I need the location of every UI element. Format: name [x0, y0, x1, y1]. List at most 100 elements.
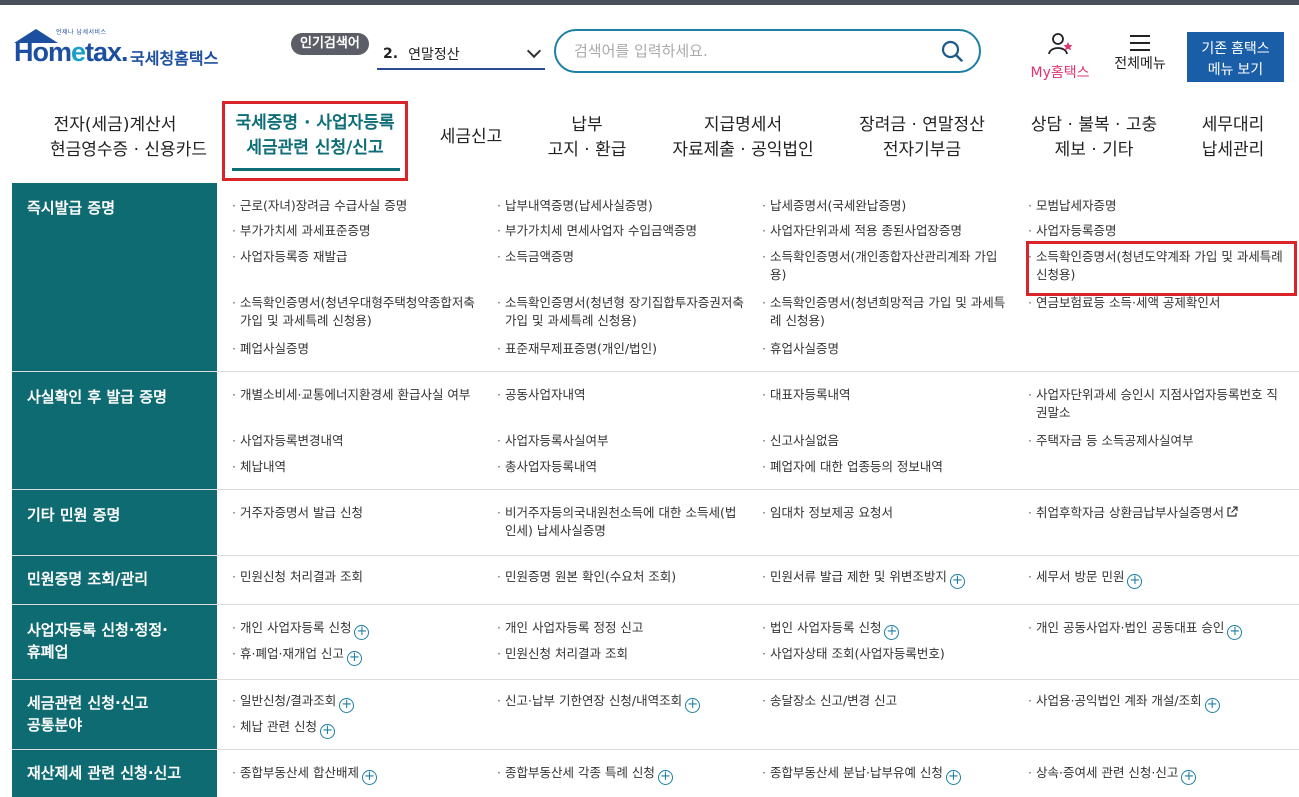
- expand-plus-icon[interactable]: +: [1181, 770, 1197, 785]
- menu-link[interactable]: 휴·폐업·재개업 신고+: [230, 645, 485, 666]
- expand-plus-icon[interactable]: +: [1227, 625, 1243, 640]
- menu-link[interactable]: 신고·납부 기한연장 신청/내역조회+: [495, 692, 755, 713]
- menu-link[interactable]: 개인 사업자등록 정정 신고: [495, 619, 750, 637]
- menu-link[interactable]: 거주자증명서 발급 신청: [230, 504, 485, 522]
- expand-plus-icon[interactable]: +: [945, 770, 961, 785]
- menu-link[interactable]: 법인 사업자등록 신청+: [760, 619, 1015, 640]
- section-property-tax: 재산제세 관련 신청·신고 종합부동산세 합산배제+ 종합부동산세 각종 특례 …: [12, 750, 1299, 797]
- expand-plus-icon[interactable]: +: [657, 770, 673, 785]
- menu-link[interactable]: 납세증명서(국세완납증명): [760, 197, 1015, 215]
- menu-link[interactable]: 모범납세자증명: [1026, 197, 1281, 215]
- menu-link[interactable]: 소득확인증명서(개인종합자산관리계좌 가입용): [760, 248, 1010, 284]
- menu-link[interactable]: 세무서 방문 민원+: [1026, 568, 1281, 589]
- menu-link[interactable]: 폐업자에 대한 업종등의 정보내역: [760, 458, 1015, 476]
- menu-link[interactable]: 공동사업자내역: [495, 386, 750, 404]
- menu-link[interactable]: 체납내역: [230, 458, 485, 476]
- menu-link[interactable]: 대표자등록내역: [760, 386, 1015, 404]
- expand-plus-icon[interactable]: +: [361, 770, 377, 785]
- menu-link[interactable]: 소득확인증명서(청년희망적금 가입 및 과세특례 신청용): [760, 294, 1015, 330]
- menu-link[interactable]: 상속·증여세 관련 신청·신고+: [1026, 764, 1281, 785]
- expand-plus-icon[interactable]: +: [949, 574, 965, 589]
- nav-active-underline: [232, 168, 400, 171]
- menu-link[interactable]: 부가가치세 면세사업자 수입금액증명: [495, 222, 750, 240]
- nav-certificates[interactable]: 국세증명 · 사업자등록 세금관련 신청/신고: [230, 111, 400, 161]
- menu-link[interactable]: 종합부동산세 분납·납부유예 신청+: [760, 764, 1020, 785]
- menu-link[interactable]: 사업자단위과세 승인시 지점사업자등록번호 직권말소: [1026, 386, 1281, 422]
- menu-link[interactable]: 부가가치세 과세표준증명: [230, 222, 485, 240]
- expand-plus-icon[interactable]: +: [354, 625, 370, 640]
- expand-plus-icon[interactable]: +: [1204, 698, 1220, 713]
- menu-link[interactable]: 종합부동산세 합산배제+: [230, 764, 485, 785]
- legacy-hometax-button[interactable]: 기존 홈택스 메뉴 보기: [1187, 32, 1284, 82]
- menu-link[interactable]: 사업자상태 조회(사업자등록번호): [760, 645, 1015, 663]
- menu-link[interactable]: 개인 공동사업자·법인 공동대표 승인+: [1026, 619, 1296, 640]
- menu-link[interactable]: 소득확인증명서(청년우대형주택청약종합저축 가입 및 과세특례 신청용): [230, 294, 485, 330]
- menu-link[interactable]: 민원신청 처리결과 조회: [230, 568, 485, 586]
- menu-link[interactable]: 표준재무제표증명(개인/법인): [495, 340, 750, 358]
- all-menu-button[interactable]: 전체메뉴: [1108, 32, 1172, 73]
- menu-link[interactable]: 일반신청/결과조회+: [230, 692, 485, 713]
- menu-link[interactable]: 휴업사실증명: [760, 340, 1015, 358]
- menu-link[interactable]: 소득확인증명서(청년형 장기집합투자증권저축 가입 및 과세특례 신청용): [495, 294, 750, 330]
- section-business-registration: 사업자등록 신청·정정·휴폐업 개인 사업자등록 신청+ 개인 사업자등록 정정…: [12, 605, 1299, 680]
- menu-link[interactable]: 폐업사실증명: [230, 340, 485, 358]
- menu-link[interactable]: 송달장소 신고/변경 신고: [760, 692, 1015, 710]
- section-other-cert: 기타 민원 증명 거주자증명서 발급 신청 비거주자등의국내원천소득에 대한 소…: [12, 490, 1299, 556]
- header: 언제나 납세서비스 Hometax. 국세청홈택스 인기검색어 2. 연말정산 …: [0, 5, 1299, 95]
- nav-tax-report[interactable]: 세금신고: [436, 125, 506, 150]
- nav-payment[interactable]: 납부 고지 · 환급: [542, 113, 632, 163]
- menu-link[interactable]: 사업자등록변경내역: [230, 432, 485, 450]
- menu-link[interactable]: 임대차 정보제공 요청서: [760, 504, 1015, 522]
- nav-payment-statement[interactable]: 지급명세서 자료제출 · 공익법인: [670, 113, 816, 163]
- section-title: 사실확인 후 발급 증명: [12, 372, 217, 489]
- search-input[interactable]: [574, 41, 914, 61]
- menu-link[interactable]: 사업자등록증 재발급: [230, 248, 485, 266]
- menu-link[interactable]: 소득금액증명: [495, 248, 750, 266]
- menu-link[interactable]: 총사업자등록내역: [495, 458, 750, 476]
- menu-link[interactable]: 민원서류 발급 제한 및 위변조방지+: [760, 568, 1020, 589]
- menu-link[interactable]: 민원증명 원본 확인(수요처 조회): [495, 568, 750, 586]
- menu-link[interactable]: 주택자금 등 소득공제사실여부: [1026, 432, 1281, 450]
- expand-plus-icon[interactable]: +: [685, 698, 701, 713]
- menu-link[interactable]: 개별소비세·교통에너지환경세 환급사실 여부: [230, 386, 480, 404]
- menu-link[interactable]: 연금보험료등 소득·세액 공제확인서: [1026, 294, 1281, 312]
- menu-link[interactable]: 신고사실없음: [760, 432, 1015, 450]
- expand-plus-icon[interactable]: +: [884, 625, 900, 640]
- hometax-logo[interactable]: 언제나 납세서비스 Hometax. 국세청홈택스: [14, 27, 229, 83]
- popular-rank: 2.: [383, 46, 399, 62]
- menu-link[interactable]: 근로(자녀)장려금 수급사실 증명: [230, 197, 485, 215]
- section-title: 기타 민원 증명: [12, 490, 217, 555]
- nav-tax-agent[interactable]: 세무대리 납세관리: [1196, 113, 1270, 163]
- menu-link[interactable]: 사업자등록증명: [1026, 222, 1281, 240]
- nav-incentive[interactable]: 장려금 · 연말정산 전자기부금: [852, 113, 992, 163]
- menu-link[interactable]: 납부내역증명(납세사실증명): [495, 197, 750, 215]
- menu-link[interactable]: 민원신청 처리결과 조회: [495, 645, 750, 663]
- logo-korean: 국세청홈택스: [130, 49, 219, 68]
- section-title: 재산제세 관련 신청·신고: [12, 750, 217, 797]
- menu-link[interactable]: 체납 관련 신청+: [230, 718, 485, 739]
- menu-link[interactable]: 종합부동산세 각종 특례 신청+: [495, 764, 750, 785]
- nav-consult[interactable]: 상담 · 불복 · 고충 제보 · 기타: [1026, 113, 1162, 163]
- menu-link[interactable]: 비거주자등의국내원천소득에 대한 소득세(법인세) 납세사실증명: [495, 504, 747, 540]
- menu-link[interactable]: 개인 사업자등록 신청+: [230, 619, 485, 640]
- hamburger-icon: [1130, 35, 1150, 51]
- nav-e-invoice[interactable]: 전자(세금)계산서 현금영수증 · 신용카드: [50, 113, 207, 163]
- chevron-down-icon: [526, 43, 542, 59]
- expand-plus-icon[interactable]: +: [1127, 574, 1143, 589]
- popular-search-select[interactable]: 2. 연말정산: [377, 40, 545, 70]
- menu-link[interactable]: 사업자단위과세 적용 종된사업장증명: [760, 222, 1015, 240]
- expand-plus-icon[interactable]: +: [339, 698, 355, 713]
- section-tax-application: 세금관련 신청·신고공통분야 일반신청/결과조회+ 신고·납부 기한연장 신청/…: [12, 680, 1299, 750]
- section-title: 사업자등록 신청·정정· 휴폐업: [12, 605, 217, 679]
- section-title: 즉시발급 증명: [12, 183, 217, 371]
- main-nav: 전자(세금)계산서 현금영수증 · 신용카드 국세증명 · 사업자등록 세금관련 신…: [0, 95, 1299, 185]
- search-icon[interactable]: [941, 40, 963, 62]
- menu-link[interactable]: 취업후학자금 상환금납부사실증명서: [1026, 504, 1296, 522]
- menu-link[interactable]: 사업자등록사실여부: [495, 432, 750, 450]
- my-hometax-button[interactable]: My홈택스: [1024, 32, 1096, 82]
- search-box: [554, 29, 981, 73]
- expand-plus-icon[interactable]: +: [319, 724, 335, 739]
- section-cert-manage: 민원증명 조회/관리 민원신청 처리결과 조회 민원증명 원본 확인(수요처 조…: [12, 556, 1299, 605]
- menu-link[interactable]: 사업용·공익법인 계좌 개설/조회+: [1026, 692, 1281, 713]
- expand-plus-icon[interactable]: +: [346, 651, 362, 666]
